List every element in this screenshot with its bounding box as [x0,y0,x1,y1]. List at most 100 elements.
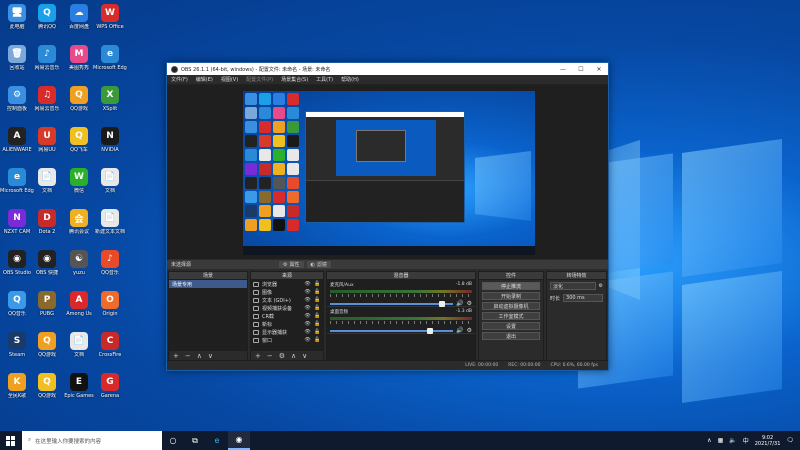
desktop-icon[interactable]: O Origin [93,291,127,317]
desktop-icon[interactable]: ♪ QQ音乐 [93,250,127,276]
exit-button[interactable]: 退出 [482,332,540,340]
filters-button[interactable]: ◐ 滤镜 [306,261,331,268]
desktop-icon[interactable]: A Among Us [62,291,96,317]
lock-icon[interactable]: 🔓 [314,313,321,319]
lock-icon[interactable]: 🔓 [314,305,321,311]
desktop-icon[interactable]: E Epic Games [62,373,96,399]
desktop-icon[interactable]: W 微信 [62,168,96,194]
volume-slider[interactable] [330,327,454,334]
properties-button[interactable]: ⚙ 属性 [279,261,304,268]
desktop-icon[interactable]: 📄 文档 [30,168,64,194]
desktop-icon[interactable]: D Dota 2 [30,209,64,235]
add-icon[interactable]: + [255,352,261,360]
start-virtual-camera-button[interactable]: 启动虚拟摄像机 [482,302,540,310]
menu-tools[interactable]: 工具(T) [316,76,333,83]
desktop-icon[interactable]: Q QQ游戏 [30,332,64,358]
desktop-icon[interactable]: C CrossFire [93,332,127,358]
settings-button[interactable]: 设置 [482,322,540,330]
desktop-icon[interactable]: Q QQ音乐 [0,291,34,317]
remove-icon[interactable]: − [267,352,273,360]
task-view-icon[interactable]: ⧉ [184,431,206,450]
volume-slider[interactable] [330,300,454,307]
menu-help[interactable]: 帮助(H) [341,76,359,83]
speaker-icon[interactable]: 🔊 [456,327,463,334]
add-icon[interactable]: + [173,352,179,360]
start-recording-button[interactable]: 开始录制 [482,292,540,300]
desktop-icon[interactable]: e Microsoft Edge [93,45,127,71]
desktop-icon[interactable]: Q QQ飞车 [62,127,96,153]
clock[interactable]: 9:02 2021/7/31 [755,435,781,447]
desktop-icon[interactable]: Q QQ游戏 [62,86,96,112]
desktop-icon[interactable]: 📄 文档 [62,332,96,358]
menu-view[interactable]: 视图(V) [221,76,238,83]
desktop-icon[interactable]: S Steam [0,332,34,358]
eye-icon[interactable]: 👁 [304,337,311,343]
source-item[interactable]: 文本 (GDI+) 👁 🔓 [251,296,323,304]
gear-icon[interactable]: ⚙ [467,327,472,334]
scene-item[interactable]: 场景专用 [169,280,247,288]
notification-icon[interactable]: 🗨 [786,437,794,444]
lock-icon[interactable]: 🔓 [314,329,321,335]
source-item[interactable]: CR截 👁 🔓 [251,312,323,320]
desktop-icon[interactable]: 会腾讯会议 [62,209,96,235]
desktop-icon[interactable]: G Garena [93,373,127,399]
source-item[interactable]: 窗口 👁 🔓 [251,336,323,344]
desktop-icon[interactable]: M 美图秀秀 [62,45,96,71]
desktop-icon[interactable]: ♪ 网易云音乐 [30,45,64,71]
cortana-icon[interactable]: ○ [162,431,184,450]
gear-icon[interactable]: ⚙ [279,352,285,360]
eye-icon[interactable]: 👁 [304,281,311,287]
gear-icon[interactable]: ⚙ [467,300,472,307]
lock-icon[interactable]: 🔓 [314,321,321,327]
chevron-up-icon[interactable]: ∧ [707,437,711,444]
desktop-icon[interactable]: N NZXT CAM [0,209,34,235]
obs-title-bar[interactable]: OBS 26.1.1 (64-bit, windows) - 配置文件: 未命名… [167,63,608,75]
remove-icon[interactable]: − [185,352,191,360]
desktop-icon[interactable]: N NVIDIA [93,127,127,153]
menu-file[interactable]: 文件(F) [171,76,188,83]
desktop-icon[interactable]: W WPS Office [93,4,127,30]
ime-icon[interactable]: 中 [743,436,749,445]
desktop-icon[interactable]: 📄 文档 [93,168,127,194]
source-item[interactable]: 图像 👁 🔓 [251,288,323,296]
minimize-icon[interactable]: — [554,63,572,75]
desktop-icon[interactable]: ◉ OBS Studio [0,250,34,276]
desktop-icon[interactable]: 🖥 此电脑 [0,4,34,30]
desktop-icon[interactable]: ☯ yuzu [62,250,96,276]
eye-icon[interactable]: 👁 [304,329,311,335]
desktop-icon[interactable]: P PUBG [30,291,64,317]
desktop-icon[interactable]: ◉ OBS 快捷 [30,250,64,276]
speaker-icon[interactable]: 🔊 [456,300,463,307]
desktop-icon[interactable]: e Microsoft Edge [0,168,34,194]
volume-icon[interactable]: 🔈 [729,437,736,444]
chevron-down-icon[interactable]: ∨ [208,352,213,360]
menu-scene-collection[interactable]: 场景集合(S) [281,76,308,83]
obs-window[interactable]: OBS 26.1.1 (64-bit, windows) - 配置文件: 未命名… [166,62,609,371]
duration-input[interactable]: 300 ms [563,294,603,302]
menu-edit[interactable]: 编辑(E) [196,76,213,83]
lock-icon[interactable]: 🔓 [314,297,321,303]
lock-icon[interactable]: 🔓 [314,337,321,343]
desktop-icon[interactable]: Q QQ游戏 [30,373,64,399]
transition-select[interactable]: 淡化 [550,282,596,290]
desktop-icon[interactable]: 🗑 回收站 [0,45,34,71]
chevron-up-icon[interactable]: ∧ [197,352,202,360]
obs-taskbar-icon[interactable]: ◉ [228,431,250,450]
menu-profile[interactable]: 配置文件(P) [246,76,273,83]
desktop-icon[interactable]: 📄 新建文本文档 [93,209,127,235]
desktop-icon[interactable]: Q 腾讯QQ [30,4,64,30]
lock-icon[interactable]: 🔓 [314,281,321,287]
eye-icon[interactable]: 👁 [304,305,311,311]
eye-icon[interactable]: 👁 [304,321,311,327]
desktop-icon[interactable]: ⚙ 控制面板 [0,86,34,112]
start-button[interactable] [0,431,22,450]
desktop-icon[interactable]: K 全民K歌 [0,373,34,399]
network-icon[interactable]: ▦ [718,437,724,444]
close-icon[interactable]: ✕ [590,63,608,75]
source-item[interactable]: 新标 👁 🔓 [251,320,323,328]
preview-canvas[interactable] [243,91,535,255]
source-item[interactable]: 显示器捕获 👁 🔓 [251,328,323,336]
stop-streaming-button[interactable]: 停止推流 [482,282,540,290]
source-item[interactable]: 视频捕获设备 👁 🔓 [251,304,323,312]
chevron-down-icon[interactable]: ∨ [302,352,307,360]
